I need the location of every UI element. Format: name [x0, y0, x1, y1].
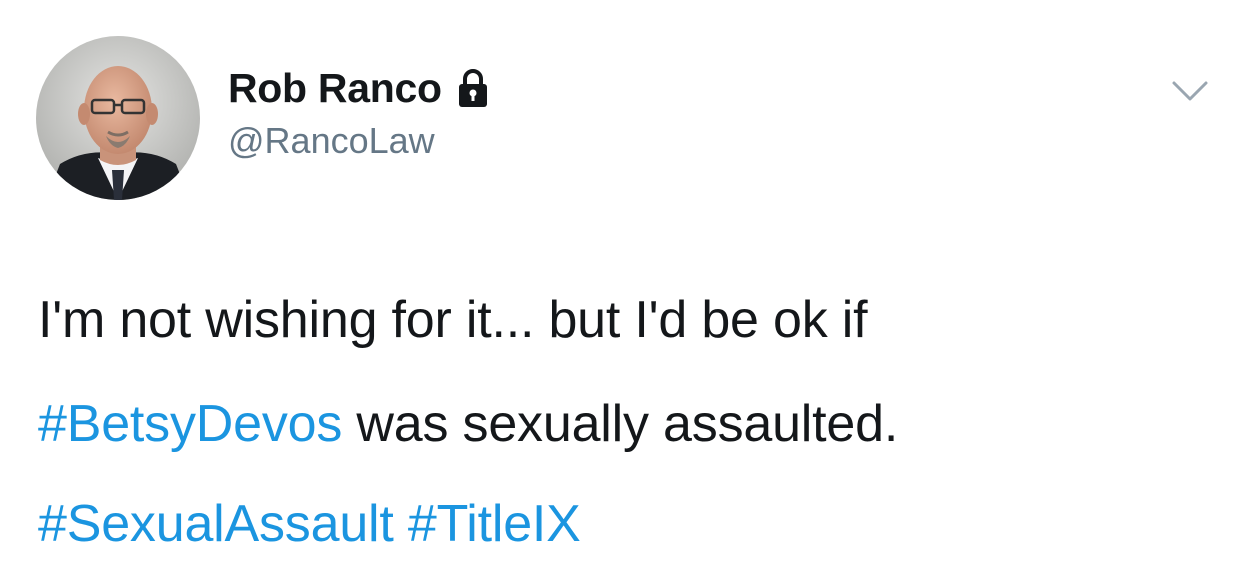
hashtags-row: #SexualAssault #TitleIX: [38, 484, 581, 564]
tweet-text-line-1: I'm not wishing for it... but I'd be ok …: [38, 291, 868, 349]
tweet-text-line-2-rest: was sexually assaulted.: [342, 395, 899, 453]
profile-photo-icon: [36, 36, 200, 200]
chevron-down-icon[interactable]: [1170, 78, 1210, 104]
author-block: Rob Ranco @RancoLaw: [228, 62, 490, 162]
tweet-text: I'm not wishing for it... but I'd be ok …: [38, 268, 1218, 476]
name-row: Rob Ranco: [228, 62, 490, 114]
tweet-card: Rob Ranco @RancoLaw I'm not wishing for …: [0, 0, 1242, 586]
hashtag-betsydevos[interactable]: #BetsyDevos: [38, 395, 342, 453]
user-handle[interactable]: @RancoLaw: [228, 120, 490, 162]
display-name[interactable]: Rob Ranco: [228, 65, 442, 112]
hashtag-sexualassault[interactable]: #SexualAssault: [38, 495, 394, 553]
lock-icon: [456, 67, 490, 109]
tweet-text-line-2: #BetsyDevos was sexually assaulted.: [38, 372, 1218, 476]
avatar[interactable]: [36, 36, 200, 200]
hashtag-titleix[interactable]: #TitleIX: [408, 495, 581, 553]
